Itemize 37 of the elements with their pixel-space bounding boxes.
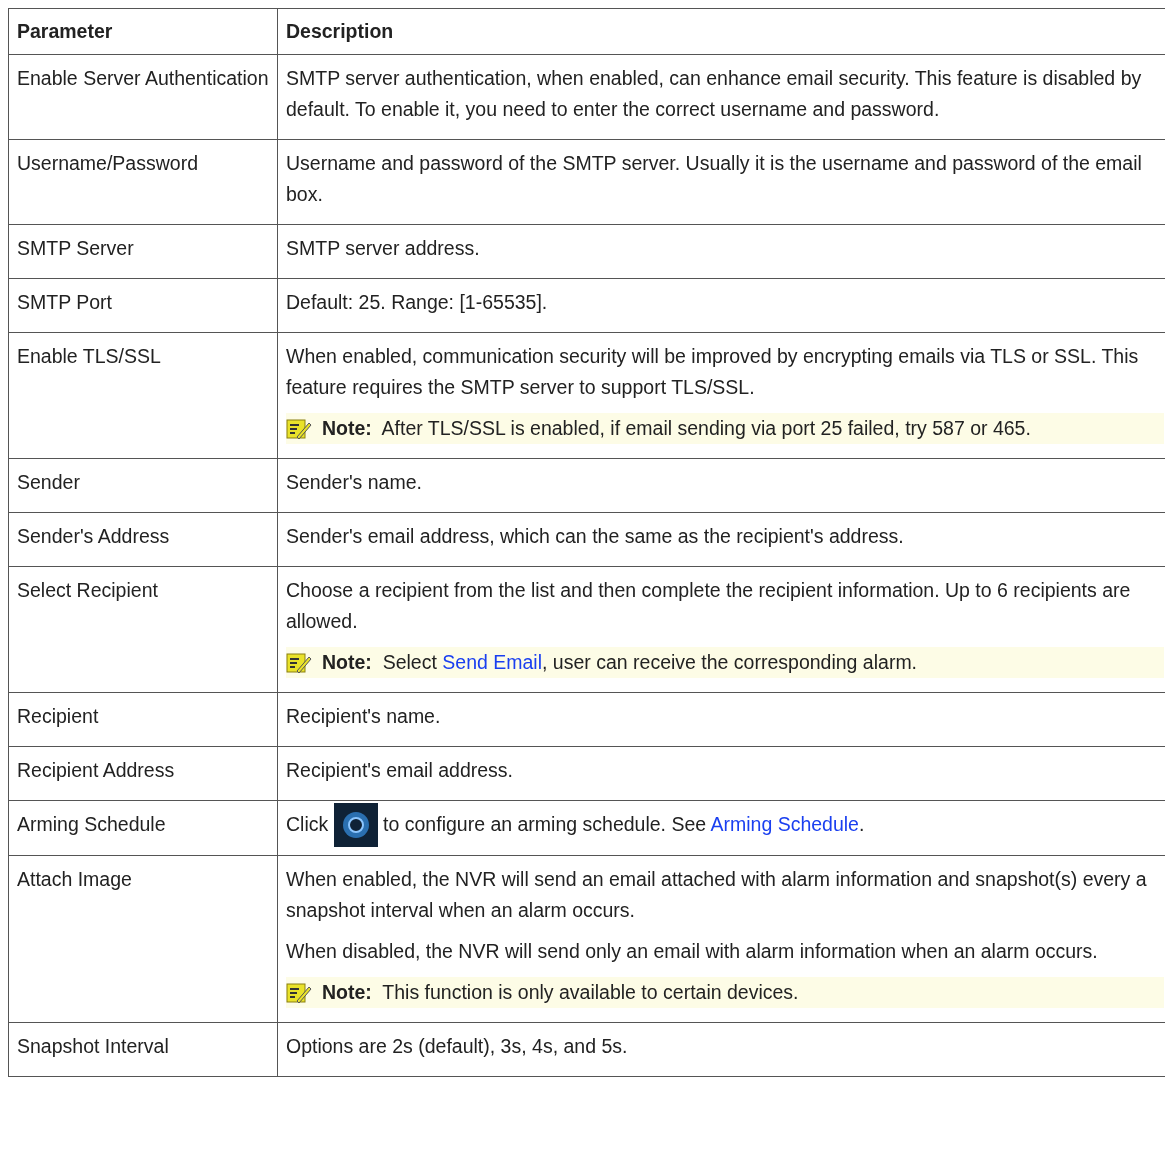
note-pencil-icon bbox=[286, 652, 312, 674]
parameter-cell: SMTP Port bbox=[8, 278, 278, 333]
parameter-cell: Enable TLS/SSL bbox=[8, 332, 278, 459]
description-text: Options are 2s (default), 3s, 4s, and 5s. bbox=[286, 1033, 629, 1059]
description-text: Choose a recipient from the list and then complete the recipient information. Up to 6 recipients are allowed. bbox=[286, 578, 1132, 634]
description-text: Username and password of the SMTP server. Usually it is the username and password of the email box. bbox=[286, 151, 1143, 207]
description-text: Sender's name. bbox=[286, 470, 423, 495]
note-pencil-icon bbox=[286, 418, 312, 440]
parameter-cell: Snapshot Interval bbox=[8, 1022, 278, 1077]
column-header: Description bbox=[277, 8, 1165, 55]
parameter-cell: Attach Image bbox=[8, 855, 278, 1023]
link[interactable]: Arming Schedule bbox=[710, 813, 859, 835]
parameter-cell: Recipient Address bbox=[8, 746, 278, 801]
parameter-cell: Arming Schedule bbox=[8, 800, 278, 856]
description-text: When enabled, communication security will be improved by encrypting emails via TLS or SSL. This feature requires the SMTP server to support TLS/SSL. bbox=[286, 344, 1140, 400]
description-text: Sender's email address, which can the same as the recipient's address. bbox=[286, 524, 905, 549]
column-header: Parameter bbox=[8, 8, 278, 55]
parameter-cell: Sender's Address bbox=[8, 512, 278, 567]
link[interactable]: Send Email bbox=[442, 651, 542, 673]
description-text: Recipient's name. bbox=[286, 704, 442, 729]
parameter-cell: Select Recipient bbox=[8, 566, 278, 693]
note-text: Note: This function is only available to certain devices. bbox=[322, 979, 800, 1005]
parameter-cell: Username/Password bbox=[8, 139, 278, 225]
note-text: Note: After TLS/SSL is enabled, if email sending via port 25 failed, try 587 or 465. bbox=[322, 416, 1032, 441]
description-text: Click to configure an arming schedule. See Arming Schedule. bbox=[286, 809, 1164, 841]
note-text: Note: Select Send Email, user can receive the corresponding alarm. bbox=[322, 650, 919, 675]
parameter-cell: Enable Server Authentication bbox=[8, 54, 278, 140]
note-pencil-icon bbox=[286, 981, 312, 1004]
parameter-cell: Sender bbox=[8, 458, 278, 513]
description-text: Default: 25. Range: [1-65535]. bbox=[286, 290, 549, 315]
description-text: Recipient's email address. bbox=[286, 758, 514, 783]
parameter-cell: Recipient bbox=[8, 692, 278, 747]
description-text: When disabled, the NVR will send only an email with alarm information when an alarm occurs. bbox=[286, 938, 1099, 964]
description-text: SMTP server authentication, when enabled, can enhance email security. This feature is disabled by default. To enable it, you need to enter the correct username and password. bbox=[286, 66, 1143, 122]
parameter-cell: SMTP Server bbox=[8, 224, 278, 279]
description-text: SMTP server address. bbox=[286, 236, 481, 261]
description-text: When enabled, the NVR will send an email attached with alarm information and snapshot(s) every a snapshot interval when an alarm occurs. bbox=[286, 866, 1148, 923]
